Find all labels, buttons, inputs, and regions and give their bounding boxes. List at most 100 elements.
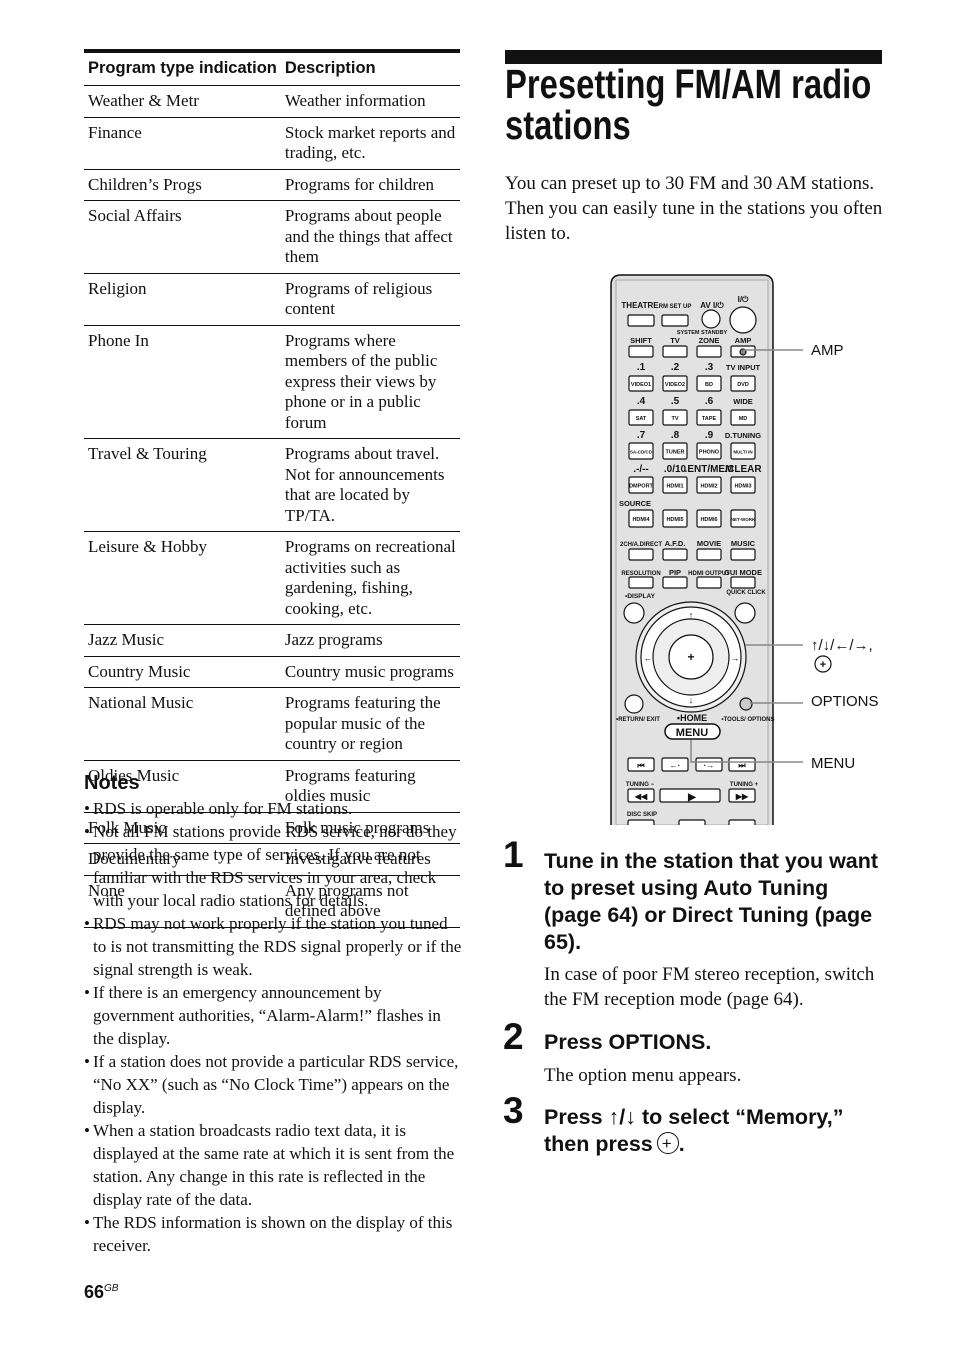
rewind-icon: ◀◀ <box>634 792 648 801</box>
page-suffix: GB <box>104 1283 119 1294</box>
table-row: Jazz Music Jazz programs <box>84 624 460 657</box>
remote-key-text: HDMI3 <box>734 484 751 490</box>
options-callout: OPTIONS <box>811 693 879 710</box>
note-item: The RDS information is shown on the disp… <box>84 1211 462 1257</box>
remote-key-label: MUSIC <box>731 539 756 548</box>
arrow-icon: ← <box>644 653 653 663</box>
quick-click-label: QUICK CLICK <box>726 590 766 596</box>
remote-key-text: HDMI4 <box>632 517 650 523</box>
table-row: Travel & Touring Programs about travel. N… <box>84 438 460 532</box>
disc-skip-label: DISC SKIP <box>627 812 657 818</box>
description-cell: Stock market reports and trading, etc. <box>280 117 460 170</box>
program-type-cell: Finance <box>84 117 281 170</box>
remote-key-label: 2CH/A.DIRECT <box>620 542 662 548</box>
intro-paragraph: You can preset up to 30 FM and 30 AM sta… <box>505 173 883 244</box>
program-type-cell: National Music <box>84 687 281 761</box>
note-item: RDS is operable only for FM stations. <box>84 797 462 820</box>
menu-callout: MENU <box>811 755 855 772</box>
enter-icon: + <box>687 650 694 664</box>
remote-key <box>628 576 654 589</box>
table-row: Religion Programs of religious content <box>84 273 460 326</box>
remote-key <box>730 548 756 561</box>
description-cell: Programs featuring the popular music of … <box>280 687 460 761</box>
remote-key-label: .-/-- <box>633 464 649 475</box>
remote-key-text: TV <box>671 416 678 422</box>
table-row: National Music Programs featuring the pop… <box>84 687 460 761</box>
remote-key-text: SA-CD/CD <box>630 450 653 455</box>
remote-key <box>628 345 654 358</box>
page-number-value: 66 <box>84 1282 105 1302</box>
remote-key-text: TAPE <box>702 416 717 422</box>
description-cell: Jazz programs <box>280 624 460 657</box>
av-power-label: AV I/⏻ <box>700 301 724 310</box>
table-row: Leisure & Hobby Programs on recreational … <box>84 531 460 625</box>
return-label: •RETURN/ EXIT <box>616 717 660 723</box>
remote-key-label: MOVIE <box>697 539 721 548</box>
remote-key-text: HDMI1 <box>666 484 683 490</box>
remote-key-label: GUI MODE <box>724 568 762 577</box>
table-row: Phone In Programs where members of the pu… <box>84 325 460 439</box>
remote-key-text: BD <box>705 382 713 388</box>
program-type-cell: Weather & Metr <box>84 85 281 118</box>
arrow-icon: ↑ <box>689 610 694 620</box>
remote-key-label: .6 <box>705 396 714 407</box>
table-row: Finance Stock market reports and trading,… <box>84 117 460 170</box>
remote-key <box>628 548 654 561</box>
remote-key-text: MULTI IN <box>733 450 752 455</box>
options-button <box>739 697 753 711</box>
program-type-cell: Travel & Touring <box>84 438 281 532</box>
arrows-callout: ↑/↓/←/→, <box>811 637 873 654</box>
description-cell: Programs for children <box>280 169 460 201</box>
column-header: Description <box>280 49 460 86</box>
remote-key <box>730 576 756 589</box>
remote-key-label: WIDE <box>733 397 753 406</box>
remote-key-label: .0/10 <box>664 464 687 475</box>
remote-key-text: VIDEO2 <box>665 382 685 388</box>
quick-click-button <box>734 602 756 624</box>
step-number: 2 <box>503 1016 524 1057</box>
remote-key-text: SAT <box>636 416 647 422</box>
remote-key-label: RESOLUTION <box>621 571 660 577</box>
remote-key-text: HDMI6 <box>700 517 717 523</box>
remote-key <box>696 548 722 561</box>
remote-key <box>696 576 722 589</box>
remote-key-label: ZONE <box>699 336 720 345</box>
program-type-cell: Country Music <box>84 656 281 688</box>
description-cell: Programs on recreational activities such… <box>280 531 460 625</box>
remote-key-text: TUNER <box>666 450 685 456</box>
notes-heading: Notes <box>84 772 140 794</box>
remote-key <box>662 345 688 358</box>
program-type-cell: Religion <box>84 273 281 326</box>
table-row: Children’s Progs Programs for children <box>84 169 460 201</box>
description-cell: Programs where members of the public exp… <box>280 325 460 439</box>
tuning-minus-label: TUNING − <box>626 782 655 788</box>
rm-setup-label: RM SET UP <box>659 304 692 310</box>
table-row: Country Music Country music programs <box>84 656 460 688</box>
program-type-table: Program type indication Description Weath… <box>84 49 460 928</box>
notes-list: RDS is operable only for FM stations.Not… <box>84 797 462 1257</box>
note-item: Not all FM stations provide RDS service,… <box>84 820 462 912</box>
remote-key <box>662 576 688 589</box>
program-type-cell: Leisure & Hobby <box>84 531 281 625</box>
remote-key-text: PHONO <box>699 450 720 456</box>
rm-setup-button <box>661 314 689 327</box>
remote-crop <box>600 825 900 830</box>
remote-key <box>662 548 688 561</box>
step-number: 3 <box>503 1090 524 1131</box>
manual-page: Program type indication Description Weath… <box>0 0 954 1352</box>
display-button <box>623 602 645 624</box>
play-icon: ▶ <box>687 792 697 803</box>
program-type-cell: Phone In <box>84 325 281 439</box>
remote-key-text: HDMI5 <box>666 517 683 523</box>
remote-key-text: DMPORT <box>629 484 653 490</box>
remote-key-label: D.TUNING <box>725 431 761 440</box>
menu-label: MENU <box>676 727 708 739</box>
description-cell: Programs about travel. Not for announcem… <box>280 438 460 532</box>
remote-illustration: THEATRE RM SET UP AV I/⏻I/⏻SYSTEM STANDBYS… <box>600 274 900 830</box>
remote-key-label: TV INPUT <box>726 363 761 372</box>
table-row: Weather & Metr Weather information <box>84 85 460 118</box>
table-row: Social Affairs Programs about people and … <box>84 200 460 274</box>
note-item: If there is an emergency announcement by… <box>84 981 462 1050</box>
description-cell: Country music programs <box>280 656 460 688</box>
remote-key-text: NET-WORK <box>731 517 756 522</box>
